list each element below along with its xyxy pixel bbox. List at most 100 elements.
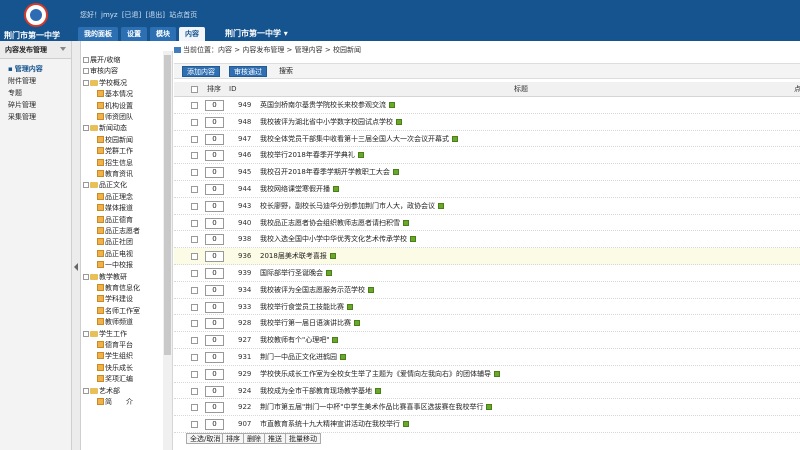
- row-title[interactable]: 我校被评为全国志愿服务示范学校: [260, 282, 374, 299]
- tree-item[interactable]: 奖项汇编: [97, 374, 133, 384]
- row-checkbox[interactable]: [191, 337, 198, 345]
- order-input[interactable]: 0: [205, 133, 224, 145]
- order-input[interactable]: 0: [205, 368, 224, 380]
- order-input[interactable]: 0: [205, 184, 224, 195]
- search-link[interactable]: 搜索: [279, 66, 293, 77]
- row-title[interactable]: 我校举行2018年春季开学典礼: [260, 147, 364, 164]
- select-all-toggle[interactable]: 全选/取消: [186, 433, 225, 444]
- tree-item[interactable]: 教育信息化: [97, 283, 140, 293]
- row-checkbox[interactable]: [191, 135, 198, 143]
- sidebar-collapse-bar[interactable]: [72, 41, 81, 450]
- row-checkbox[interactable]: [191, 286, 198, 294]
- row-title[interactable]: 学校侠乐成长工作室为全校女生举了主题为《爱情向左我向右》的团体辅导: [260, 366, 500, 383]
- order-input[interactable]: 0: [205, 385, 224, 397]
- order-input[interactable]: 0: [205, 352, 224, 363]
- row-checkbox[interactable]: [191, 152, 198, 160]
- row-title[interactable]: 市直教育系统十九大精神宣讲活动在我校举行: [260, 416, 409, 433]
- row-title[interactable]: 我校全体党员干部集中收看第十三届全国人大一次会议开幕式: [260, 131, 458, 148]
- row-checkbox[interactable]: [191, 404, 198, 412]
- row-title[interactable]: 我校品正志愿者协会组织教师志愿者请扫积雪: [260, 215, 409, 232]
- tree-item[interactable]: 教育资讯: [97, 169, 133, 179]
- row-checkbox[interactable]: [191, 186, 198, 193]
- scrollbar-thumb[interactable]: [164, 55, 171, 355]
- tree-item[interactable]: 一中校报: [97, 260, 133, 270]
- sort-button[interactable]: 排序: [222, 433, 244, 444]
- order-input[interactable]: 0: [205, 402, 224, 414]
- sidebar-item-topics[interactable]: 专题: [0, 87, 71, 99]
- row-title[interactable]: 我校入选全国中小学中华优秀文化艺术传承学校: [260, 231, 416, 248]
- row-checkbox[interactable]: [191, 219, 198, 227]
- tree-group[interactable]: 新闻动态: [83, 123, 127, 133]
- tree-item[interactable]: 快乐成长: [97, 363, 133, 373]
- order-input[interactable]: 0: [205, 234, 224, 246]
- tree-group[interactable]: 教学教研: [83, 272, 127, 282]
- order-input[interactable]: 0: [205, 318, 224, 330]
- order-input[interactable]: 0: [205, 284, 224, 296]
- row-title[interactable]: 我校举行第一届日语演讲比赛: [260, 315, 360, 332]
- push-button[interactable]: 推送: [264, 433, 286, 444]
- tree-item[interactable]: 品正理念: [97, 192, 133, 202]
- row-checkbox[interactable]: [191, 387, 198, 395]
- order-input[interactable]: 0: [205, 335, 224, 347]
- tree-item[interactable]: 师资团队: [97, 112, 133, 122]
- tree-item[interactable]: 党群工作: [97, 146, 133, 156]
- tree-item[interactable]: 学生组织: [97, 351, 133, 361]
- row-checkbox[interactable]: [191, 370, 198, 378]
- row-title[interactable]: 我校网络课堂寒假开播: [260, 181, 339, 198]
- add-content-button[interactable]: 添加内容: [182, 66, 220, 77]
- tree-item[interactable]: 教师频道: [97, 317, 133, 327]
- tree-top-item[interactable]: 审核内容: [83, 66, 118, 76]
- tree-group[interactable]: 品正文化: [83, 180, 127, 190]
- tree-item[interactable]: 品正德育: [97, 215, 133, 225]
- order-input[interactable]: 0: [205, 268, 224, 279]
- row-title[interactable]: 校长廖野，副校长马迪华分别参加荆门市人大，政协会议: [260, 198, 444, 215]
- row-title[interactable]: 我校举行食堂员工技能比赛: [260, 299, 353, 316]
- order-input[interactable]: 0: [205, 167, 224, 179]
- row-title[interactable]: 我校成为全市干部教育现场教学基地: [260, 383, 381, 400]
- row-title[interactable]: 我校被评为湖北省中小学数字校园试点学校: [260, 114, 402, 131]
- site-select[interactable]: 荆门市第一中学 ▾: [225, 27, 288, 41]
- row-checkbox[interactable]: [191, 320, 198, 328]
- tree-top-item[interactable]: 展开/收缩: [83, 55, 120, 65]
- order-input[interactable]: 0: [205, 217, 224, 229]
- order-input[interactable]: 0: [205, 251, 224, 263]
- order-input[interactable]: 0: [205, 200, 224, 212]
- row-title[interactable]: 荆门市第五届"荆门一中杯"中学生美术作品比赛喜事区选拔赛在我校举行: [260, 399, 493, 416]
- sidebar-title[interactable]: 内容发布管理: [0, 41, 71, 59]
- row-checkbox[interactable]: [191, 421, 198, 429]
- tree-item[interactable]: 品正志愿者: [97, 226, 140, 236]
- sidebar-item-collect[interactable]: 采集管理: [0, 111, 71, 123]
- tab-modules[interactable]: 模块: [150, 27, 176, 41]
- batch-move-button[interactable]: 批量移动: [285, 433, 321, 444]
- row-title[interactable]: 2018届美术联考喜报: [260, 248, 336, 265]
- row-checkbox[interactable]: [191, 270, 198, 277]
- tab-my-panel[interactable]: 我的面板: [78, 27, 118, 41]
- tab-content[interactable]: 内容: [179, 27, 205, 41]
- tree-group[interactable]: 艺术部: [83, 386, 120, 396]
- row-title[interactable]: 我校教师有个"心理吧": [260, 332, 339, 349]
- tree-item[interactable]: 品正电视: [97, 249, 133, 259]
- tree-item[interactable]: 校园新闻: [97, 135, 133, 145]
- row-checkbox[interactable]: [191, 202, 198, 210]
- tree-item[interactable]: 基本情况: [97, 89, 133, 99]
- tree-item[interactable]: 名师工作室: [97, 306, 140, 316]
- tree-item[interactable]: 简 介: [97, 397, 133, 407]
- tree-group[interactable]: 学校概况: [83, 78, 127, 88]
- row-title[interactable]: 英国剑桥南尔基贵学院校长来校参观交流: [260, 97, 395, 114]
- tree-item[interactable]: 招生信息: [97, 158, 133, 168]
- tree-item[interactable]: 学科建设: [97, 294, 133, 304]
- row-checkbox[interactable]: [191, 102, 198, 109]
- row-checkbox[interactable]: [191, 354, 198, 361]
- tree-item[interactable]: 品正社团: [97, 237, 133, 247]
- site-home-link[interactable]: 站点首页: [169, 11, 197, 19]
- order-input[interactable]: 0: [205, 150, 224, 162]
- tree-item[interactable]: 媒体报道: [97, 203, 133, 213]
- row-checkbox[interactable]: [191, 169, 198, 177]
- tree-item[interactable]: 德育平台: [97, 340, 133, 350]
- approve-button[interactable]: 审核通过: [229, 66, 267, 77]
- select-all-checkbox[interactable]: [191, 86, 198, 93]
- order-input[interactable]: 0: [205, 419, 224, 431]
- order-input[interactable]: 0: [205, 301, 224, 313]
- row-checkbox[interactable]: [191, 236, 198, 244]
- row-title[interactable]: 我校召开2018年春季学期开学教职工大会: [260, 164, 399, 181]
